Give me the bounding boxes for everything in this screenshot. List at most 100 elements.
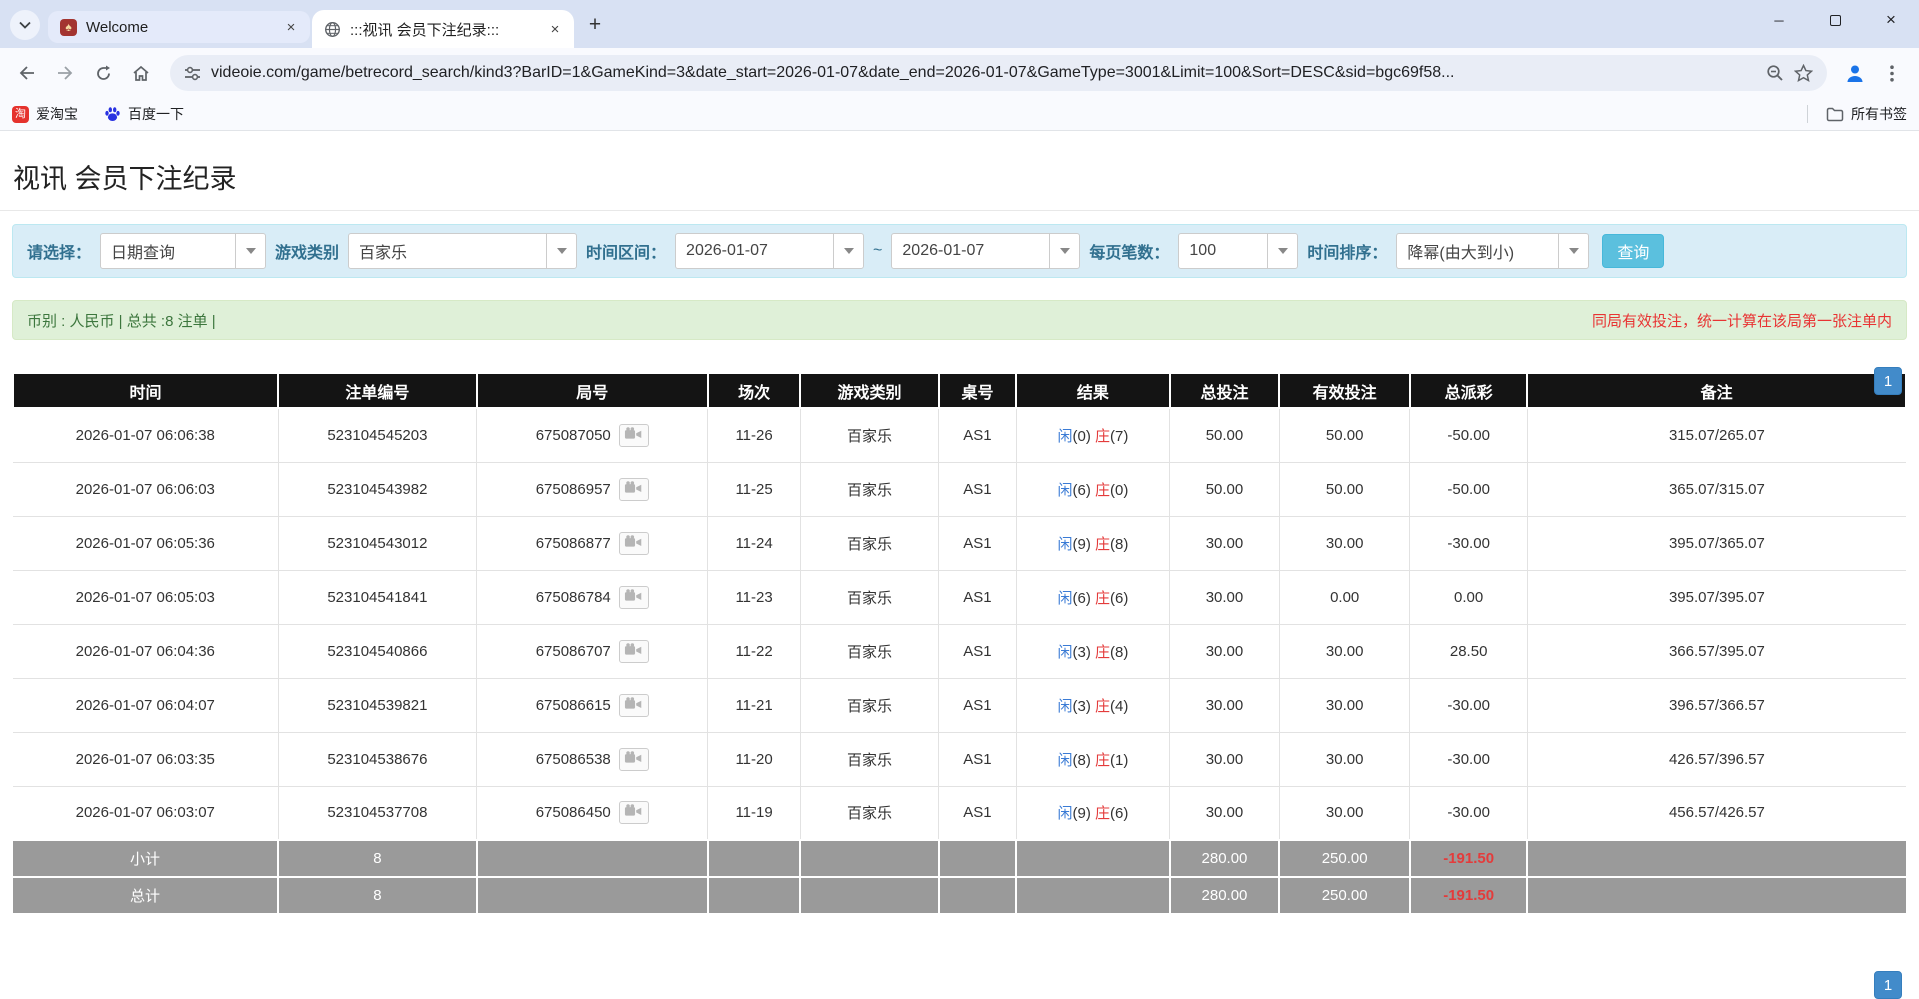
maximize-icon[interactable] bbox=[1807, 0, 1863, 40]
player-label: 闲 bbox=[1057, 698, 1072, 715]
replay-video-button[interactable] bbox=[619, 424, 649, 447]
bookmark-taobao[interactable]: 淘 爱淘宝 bbox=[12, 104, 78, 124]
all-bookmarks-label: 所有书签 bbox=[1851, 104, 1907, 124]
browser-tab-strip: ♠ Welcome × :::视讯 会员下注纪录::: × + ─ × bbox=[0, 0, 1919, 48]
baidu-paw-icon bbox=[104, 106, 121, 123]
total-cell bbox=[800, 877, 938, 914]
replay-video-button[interactable] bbox=[619, 532, 649, 555]
total-cell: 8 bbox=[278, 877, 477, 914]
total-cell bbox=[1527, 877, 1906, 914]
session: 11-22 bbox=[708, 624, 801, 678]
replay-video-button[interactable] bbox=[619, 748, 649, 771]
reload-icon[interactable] bbox=[86, 56, 120, 90]
per-page-select[interactable]: 100 bbox=[1178, 233, 1298, 269]
column-header: 注单编号 bbox=[278, 374, 477, 408]
back-icon[interactable] bbox=[10, 56, 44, 90]
tab-title: :::视讯 会员下注纪录::: bbox=[350, 19, 540, 40]
replay-video-button[interactable] bbox=[619, 801, 649, 824]
table-row: 2026-01-07 06:05:03523104541841675086784… bbox=[13, 570, 1906, 624]
search-button[interactable]: 查询 bbox=[1602, 234, 1664, 268]
zoom-icon[interactable] bbox=[1766, 64, 1784, 82]
replay-video-button[interactable] bbox=[619, 478, 649, 501]
table-row: 2026-01-07 06:04:36523104540866675086707… bbox=[13, 624, 1906, 678]
total-cell bbox=[800, 840, 938, 877]
date-end-select[interactable]: 2026-01-07 bbox=[891, 233, 1080, 269]
total-cell bbox=[939, 840, 1017, 877]
page-title: 视讯 会员下注纪录 bbox=[0, 131, 1919, 210]
video-camera-icon bbox=[624, 589, 643, 606]
tab-search-button[interactable] bbox=[10, 10, 40, 40]
table-row: 2026-01-07 06:04:07523104539821675086615… bbox=[13, 678, 1906, 732]
banker-label: 庄 bbox=[1095, 644, 1110, 661]
banker-score: (0) bbox=[1110, 482, 1128, 499]
profile-avatar[interactable] bbox=[1839, 57, 1871, 89]
round-number: 675086450 bbox=[536, 804, 611, 821]
bet-time: 2026-01-07 06:06:03 bbox=[13, 462, 278, 516]
star-icon[interactable] bbox=[1794, 64, 1813, 82]
game-kind-select[interactable]: 百家乐 bbox=[348, 233, 577, 269]
bet-number: 523104541841 bbox=[278, 570, 477, 624]
table-row: 2026-01-07 06:03:07523104537708675086450… bbox=[13, 786, 1906, 840]
close-icon[interactable]: × bbox=[546, 20, 564, 38]
summary-bar: 币别 : 人民币 | 总共 :8 注单 | 同局有效投注，统一计算在该局第一张注… bbox=[12, 300, 1907, 340]
divider bbox=[1807, 105, 1808, 123]
sort-select[interactable]: 降幂(由大到小) bbox=[1396, 233, 1589, 269]
bet-number: 523104537708 bbox=[278, 786, 477, 840]
tab-welcome[interactable]: ♠ Welcome × bbox=[48, 11, 310, 43]
bookmark-label: 爱淘宝 bbox=[36, 104, 78, 124]
table-number: AS1 bbox=[939, 570, 1017, 624]
total-cell bbox=[708, 840, 801, 877]
date-end-value: 2026-01-07 bbox=[892, 242, 1049, 260]
minimize-icon[interactable]: ─ bbox=[1751, 0, 1807, 40]
round-cell: 675086615 bbox=[477, 678, 708, 732]
result: 闲(0) 庄(7) bbox=[1016, 408, 1169, 462]
bookmark-baidu[interactable]: 百度一下 bbox=[104, 104, 184, 124]
banker-label: 庄 bbox=[1095, 482, 1110, 499]
tab-betrecord[interactable]: :::视讯 会员下注纪录::: × bbox=[312, 10, 574, 48]
site-info-icon[interactable] bbox=[184, 66, 201, 81]
close-icon[interactable]: × bbox=[282, 18, 300, 36]
table-number: AS1 bbox=[939, 732, 1017, 786]
session: 11-21 bbox=[708, 678, 801, 732]
session: 11-20 bbox=[708, 732, 801, 786]
banker-score: (4) bbox=[1110, 698, 1128, 715]
session: 11-26 bbox=[708, 408, 801, 462]
url-text[interactable]: videoie.com/game/betrecord_search/kind3?… bbox=[211, 64, 1756, 82]
column-header: 桌号 bbox=[939, 374, 1017, 408]
home-icon[interactable] bbox=[124, 56, 158, 90]
bookmark-label: 百度一下 bbox=[128, 104, 184, 124]
round-cell: 675086877 bbox=[477, 516, 708, 570]
close-window-icon[interactable]: × bbox=[1863, 0, 1919, 40]
replay-video-button[interactable] bbox=[619, 694, 649, 717]
replay-video-button[interactable] bbox=[619, 586, 649, 609]
total-cell: 8 bbox=[278, 840, 477, 877]
player-score: (3) bbox=[1072, 644, 1095, 661]
date-start-select[interactable]: 2026-01-07 bbox=[675, 233, 864, 269]
payout: -50.00 bbox=[1410, 408, 1527, 462]
round-cell: 675086538 bbox=[477, 732, 708, 786]
table-number: AS1 bbox=[939, 408, 1017, 462]
game-kind: 百家乐 bbox=[800, 732, 938, 786]
url-bar[interactable]: videoie.com/game/betrecord_search/kind3?… bbox=[170, 55, 1827, 91]
payout: 0.00 bbox=[1410, 570, 1527, 624]
new-tab-button[interactable]: + bbox=[580, 10, 610, 40]
query-type-select[interactable]: 日期查询 bbox=[100, 233, 266, 269]
result: 闲(9) 庄(8) bbox=[1016, 516, 1169, 570]
total-cell bbox=[708, 877, 801, 914]
page-1-button[interactable]: 1 bbox=[1874, 367, 1902, 395]
replay-video-button[interactable] bbox=[619, 640, 649, 663]
all-bookmarks-button[interactable]: 所有书签 bbox=[1826, 104, 1907, 124]
player-label: 闲 bbox=[1057, 590, 1072, 607]
forward-icon[interactable] bbox=[48, 56, 82, 90]
valid-bet: 0.00 bbox=[1279, 570, 1410, 624]
total-label: 总计 bbox=[13, 877, 278, 914]
column-header: 局号 bbox=[477, 374, 708, 408]
chevron-down-icon bbox=[1049, 234, 1079, 268]
game-kind: 百家乐 bbox=[800, 516, 938, 570]
game-kind: 百家乐 bbox=[800, 624, 938, 678]
banker-label: 庄 bbox=[1095, 590, 1110, 607]
page-1-button[interactable]: 1 bbox=[1874, 971, 1902, 999]
menu-kebab-icon[interactable] bbox=[1875, 56, 1909, 90]
video-camera-icon bbox=[624, 697, 643, 714]
chevron-down-icon bbox=[546, 234, 576, 268]
